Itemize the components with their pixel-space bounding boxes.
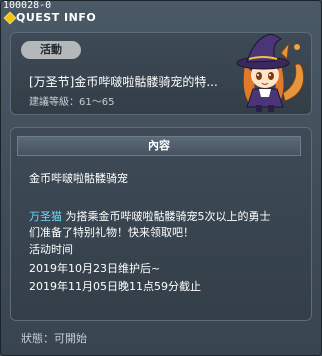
- reward-name: 金币哔啵啦骷髅骑宠: [29, 172, 128, 185]
- quest-diamond-icon: [3, 11, 17, 25]
- window-title: QUEST INFO: [16, 11, 97, 24]
- category-badge: 活動: [21, 41, 81, 59]
- description-line-2: 们准备了特别礼物！快来领取吧！: [29, 226, 194, 239]
- npc-name-link[interactable]: 万圣猫: [29, 210, 62, 223]
- description-text-1: 为搭乘金币哔啵啦骷髅骑宠5次以上的勇士: [62, 210, 271, 223]
- quest-status: 狀態：可開始: [21, 332, 87, 345]
- event-time-label: 活动时间: [29, 243, 73, 256]
- description-line-1: 万圣猫 为搭乘金币哔啵啦骷髅骑宠5次以上的勇士: [29, 208, 271, 224]
- content-header: 內容: [17, 136, 301, 156]
- npc-witch-cat-portrait-icon: [236, 34, 305, 112]
- quest-info-window: 100028-0 QUEST INFO 活動 [万圣节]金币哔啵啦骷髅骑宠的特.…: [0, 0, 322, 356]
- quest-title: [万圣节]金币哔啵啦骷髅骑宠的特...: [29, 75, 218, 89]
- recommended-level: 建議等級：61～65: [29, 97, 115, 108]
- event-time-start: 2019年10月23日维护后~: [29, 262, 161, 275]
- event-time-end: 2019年11月05日晚11点59分截止: [29, 280, 201, 293]
